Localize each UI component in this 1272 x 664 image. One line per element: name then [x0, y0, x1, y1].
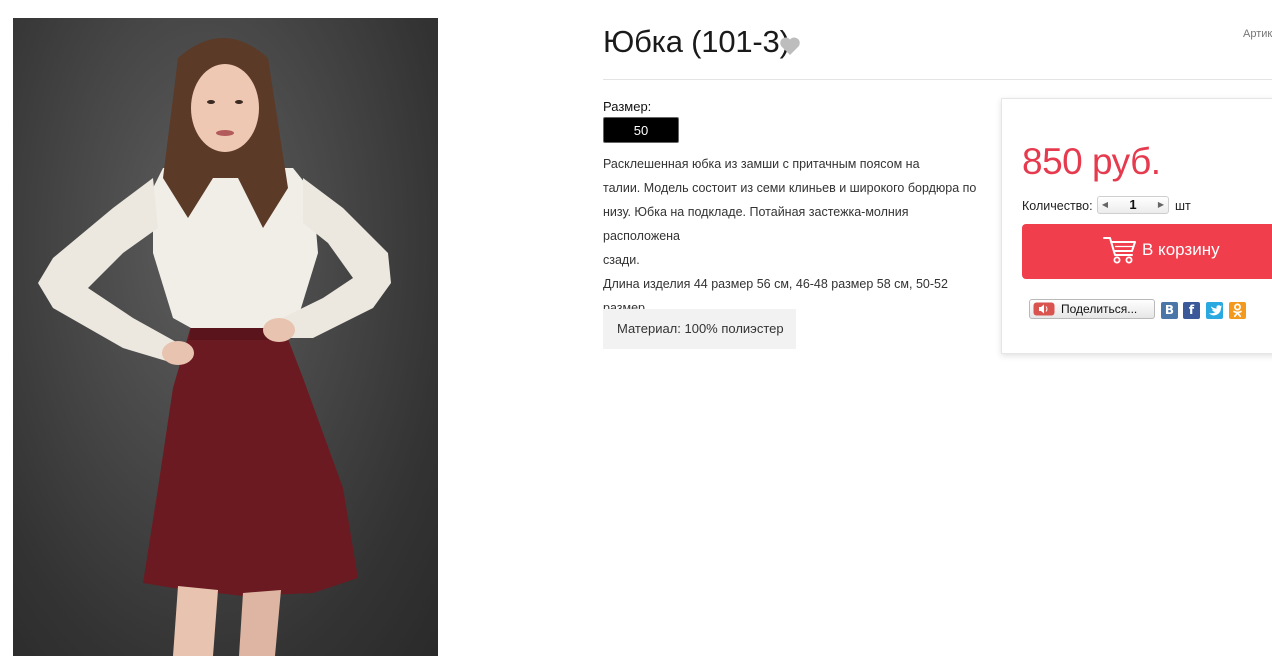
increment-arrow-icon[interactable]: ▶	[1155, 197, 1167, 213]
description-line: низу. Юбка на подкладе. Потайная застежк…	[603, 205, 909, 243]
decrement-arrow-icon[interactable]: ◀	[1099, 197, 1111, 213]
description-line: сзади.	[603, 253, 640, 267]
size-option-button[interactable]: 50	[603, 117, 679, 143]
material-info: Материал: 100% полиэстер	[603, 309, 796, 349]
quantity-stepper[interactable]: ◀ 1 ▶	[1097, 196, 1169, 214]
favorite-heart-icon[interactable]	[779, 36, 801, 56]
add-to-cart-label: В корзину	[1142, 240, 1220, 259]
quantity-label: Количество:	[1022, 199, 1093, 213]
title-divider	[603, 79, 1272, 80]
share-speaker-icon	[1033, 302, 1055, 316]
buy-box: 850 руб. Количество: ◀ 1 ▶ шт В корзину	[1001, 98, 1272, 354]
quantity-input[interactable]: 1	[1112, 197, 1154, 213]
odnoklassniki-figure-icon	[1233, 303, 1242, 318]
twitter-icon[interactable]	[1206, 302, 1223, 319]
share-button[interactable]: Поделиться...	[1029, 299, 1155, 319]
description-line: талии. Модель состоит из семи клиньев и …	[603, 181, 977, 195]
quantity-unit: шт	[1175, 199, 1191, 213]
product-title: Юбка (101-3)	[603, 24, 790, 59]
product-photo[interactable]	[13, 18, 438, 656]
description-line: Расклешенная юбка из замши с притачным п…	[603, 157, 920, 171]
article-label: Артикул	[1243, 28, 1272, 40]
add-to-cart-button[interactable]: В корзину	[1022, 224, 1272, 279]
share-label: Поделиться...	[1061, 302, 1138, 316]
price: 850 руб.	[1022, 141, 1161, 182]
model-illustration	[38, 38, 391, 656]
facebook-icon[interactable]: f	[1183, 302, 1200, 319]
product-page: Юбка (101-3) Артикул Размер: 50 Расклеше…	[0, 0, 1272, 664]
vkontakte-icon[interactable]: В	[1161, 302, 1178, 319]
size-label: Размер:	[603, 99, 652, 114]
twitter-bird-icon	[1209, 305, 1222, 316]
cart-icon	[1103, 237, 1136, 264]
odnoklassniki-icon[interactable]	[1229, 302, 1246, 319]
